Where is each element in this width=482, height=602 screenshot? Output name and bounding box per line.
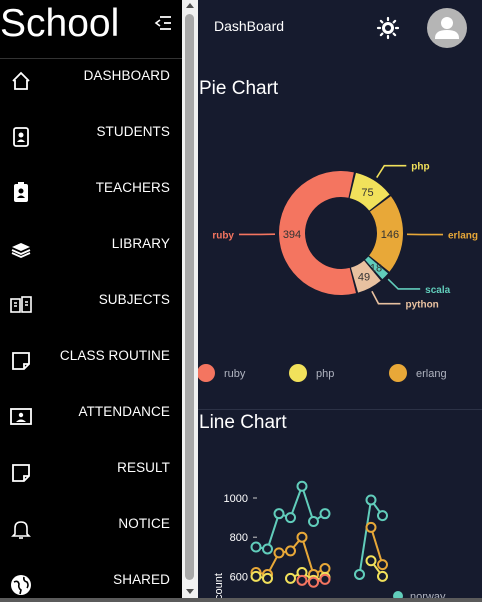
line-point — [319, 563, 331, 575]
pie-value-label: 394 — [283, 229, 301, 241]
scroll-up-arrow-icon[interactable] — [186, 3, 194, 8]
line-point — [365, 555, 377, 567]
line-point — [250, 570, 262, 582]
section-divider — [198, 409, 482, 410]
bell-icon — [11, 521, 31, 539]
legend-swatch-erlang — [389, 364, 407, 382]
legend-label: erlang — [416, 368, 447, 380]
note-icon — [12, 352, 30, 370]
line-point — [319, 508, 331, 520]
nav-label: RESULT — [117, 460, 170, 475]
line-point — [354, 568, 365, 580]
line-point — [377, 510, 388, 522]
user-avatar[interactable] — [427, 8, 467, 48]
nav-item-attendance[interactable]: ATTENDANCE — [0, 394, 182, 450]
scroll-down-arrow-icon[interactable] — [186, 589, 194, 594]
pie-category-label: ruby — [212, 230, 234, 241]
note-icon — [12, 464, 30, 482]
line-point — [285, 545, 296, 557]
line-chart: 6008001000count norway — [213, 480, 446, 602]
line-point — [308, 516, 319, 528]
globe-icon — [11, 575, 31, 595]
y-tick-label: 600 — [230, 571, 248, 583]
subjects-icon — [10, 296, 32, 313]
pie-category-label: php — [411, 162, 429, 173]
line-point — [308, 576, 319, 588]
window-bottom-edge — [0, 598, 482, 602]
line-point — [296, 531, 308, 543]
legend-label: ruby — [224, 368, 246, 380]
line-point — [285, 512, 296, 524]
legend-label: php — [316, 368, 334, 380]
nav-item-teachers[interactable]: TEACHERS — [0, 170, 182, 226]
pie-category-label: python — [405, 300, 438, 311]
scrollbar-thumb[interactable] — [185, 14, 194, 580]
nav-label: ATTENDANCE — [78, 404, 170, 419]
teacher-badge-icon — [14, 182, 28, 202]
person-icon — [435, 17, 459, 39]
pie-value-label: 146 — [381, 229, 399, 241]
nav-label: TEACHERS — [95, 180, 170, 195]
legend-swatch-php — [289, 364, 307, 382]
line-point — [250, 541, 262, 553]
nav-label: LIBRARY — [111, 236, 170, 251]
nav-item-class-routine[interactable]: CLASS ROUTINE — [0, 338, 182, 394]
nav-item-subjects[interactable]: SUBJECTS — [0, 282, 182, 338]
attendance-icon — [10, 408, 32, 425]
line-point — [319, 573, 331, 585]
line-point — [365, 521, 377, 533]
line-point — [273, 508, 285, 520]
nav-label: NOTICE — [118, 516, 170, 531]
books-icon — [11, 243, 31, 258]
pie-leader-line — [387, 278, 421, 290]
nav-label: SHARED — [113, 572, 170, 587]
pie-leader-line — [371, 290, 401, 305]
line-point — [296, 574, 308, 586]
line-point — [377, 570, 388, 582]
sidebar: School DASHBOARD STUDENTS TEACHERS LIBRA… — [0, 0, 182, 602]
pie-chart-title: Pie Chart — [199, 78, 279, 99]
line-point — [285, 572, 296, 584]
pie-category-label: erlang — [448, 231, 478, 242]
y-tick-label: 1000 — [224, 493, 248, 505]
nav-item-students[interactable]: STUDENTS — [0, 114, 182, 170]
brand-title: School — [0, 2, 120, 45]
nav-item-dashboard[interactable]: DASHBOARD — [0, 58, 182, 114]
line-point — [365, 494, 377, 506]
pie-chart: 394ruby75php146 erlang18scala49pythonruby… — [198, 162, 478, 382]
line-chart-title: Line Chart — [199, 412, 287, 433]
line-point — [273, 547, 285, 559]
pie-category-label: scala — [425, 285, 450, 296]
nav-item-library[interactable]: LIBRARY — [0, 226, 182, 282]
line-point — [262, 572, 273, 584]
topbar-title: DashBoard — [214, 18, 285, 34]
nav-item-shared[interactable]: SHARED — [0, 562, 182, 602]
y-tick-label: 800 — [230, 532, 248, 544]
student-badge-icon — [13, 127, 29, 147]
nav-item-result[interactable]: RESULT — [0, 450, 182, 506]
nav-item-notice[interactable]: NOTICE — [0, 506, 182, 562]
y-axis-label: count — [213, 573, 225, 600]
line-point — [296, 480, 308, 492]
line-point — [262, 543, 273, 555]
line-point — [377, 559, 388, 571]
nav-label: SUBJECTS — [98, 292, 170, 307]
legend-swatch-ruby — [198, 364, 215, 382]
sidebar-scrollbar[interactable] — [182, 0, 198, 602]
home-icon — [12, 71, 30, 90]
pie-leader-line — [376, 164, 407, 178]
nav-label: STUDENTS — [96, 124, 170, 139]
nav-label: DASHBOARD — [83, 68, 170, 83]
pie-value-label: 75 — [361, 187, 373, 199]
collapse-menu-icon[interactable] — [153, 13, 173, 33]
nav-label: CLASS ROUTINE — [59, 348, 170, 363]
pie-value-label: 49 — [358, 271, 370, 283]
theme-toggle-sun-icon[interactable] — [376, 16, 400, 40]
